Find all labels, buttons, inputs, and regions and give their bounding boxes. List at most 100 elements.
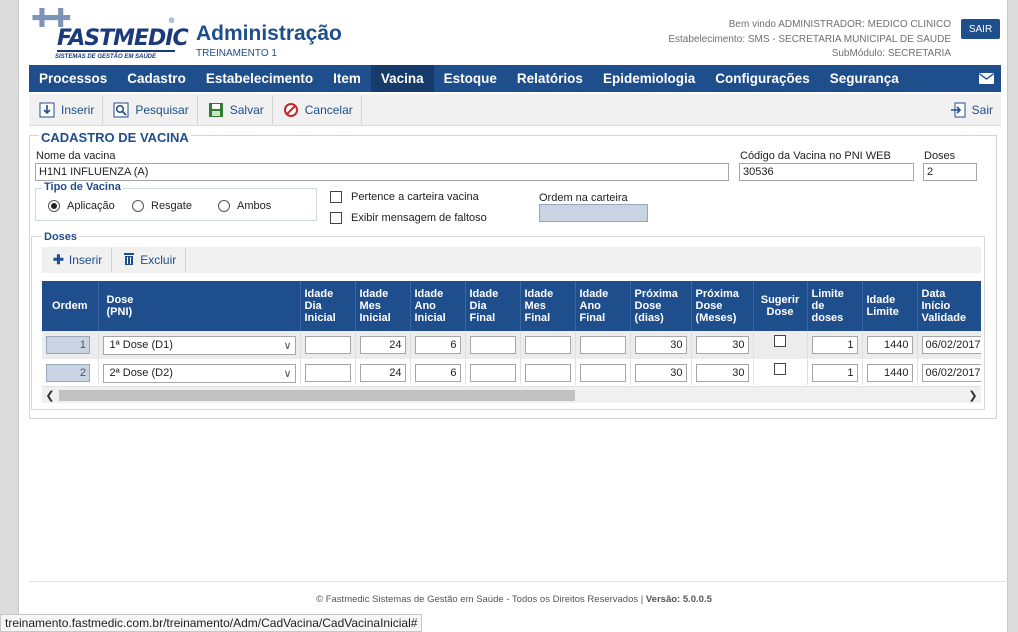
mes-inicial-input[interactable] [359,336,406,354]
ano-inicial-input[interactable] [414,336,461,354]
doses-header-row: Ordem Dose (PNI) Idade Dia Inicial Idade Mes… [42,281,981,331]
section-title: CADASTRO DE VACINA [39,130,191,145]
dose-select-value: 1ª Dose (D1) [109,339,173,351]
nav-item-estabelecimento[interactable]: Estabelecimento [196,65,323,92]
radio-resgate[interactable]: Resgate [132,200,192,212]
save-button[interactable]: Salvar [198,95,273,124]
ano-inicial-cell [410,331,466,359]
mes-final-cell [520,359,576,385]
data-inicio-input[interactable] [921,364,981,382]
nav-item-cadastro[interactable]: Cadastro [117,65,196,92]
sugerir-cell [753,331,808,359]
sugerir-checkbox[interactable] [774,363,786,375]
dose-select[interactable]: 2ª Dose (D2) ∨ [102,363,296,383]
nav-item-relatorios[interactable]: Relatórios [507,65,593,92]
table-row: 2ª Dose (D2) ∨ [42,359,981,385]
dose-delete-button[interactable]: Excluir [112,248,187,272]
mes-inicial-input[interactable] [359,364,406,382]
search-button[interactable]: Pesquisar [103,95,198,124]
col-data-inicio-validade: Data Início Validade [917,281,981,331]
browser-status-bar: treinamento.fastmedic.com.br/treinamento… [0,614,423,632]
footer-copyright: © Fastmedic Sistemas de Gestão em Saúde … [316,594,644,605]
col-proxima-dose-meses: Próxima Dose (Meses) [691,281,754,331]
dose-select[interactable]: 1ª Dose (D1) ∨ [102,335,296,355]
idade-limite-input[interactable] [866,336,913,354]
dose-insert-button[interactable]: ✚ Inserir [42,248,113,272]
radio-resgate-dot [132,200,144,212]
nav-item-item[interactable]: Item [323,65,371,92]
card-checkbox[interactable]: Pertence a carteira vacina [330,191,479,203]
doses-count-input[interactable] [923,163,977,181]
nav-item-processos[interactable]: Processos [29,65,117,92]
ano-inicial-cell [410,359,466,385]
data-inicio-cell [917,331,981,359]
horizontal-scrollbar[interactable]: ❮ ❯ [42,386,981,403]
radio-aplicacao[interactable]: Aplicação [48,200,115,212]
data-inicio-input[interactable] [921,336,981,354]
ano-final-cell [575,359,631,385]
scroll-right-icon[interactable]: ❯ [965,387,981,404]
cancel-button[interactable]: Cancelar [273,95,362,124]
mes-final-cell [520,331,576,359]
sugerir-checkbox[interactable] [774,335,786,347]
col-idade-mes-final: Idade Mes Final [520,281,576,331]
dose-cell: 2ª Dose (D2) ∨ [98,359,301,385]
insert-button[interactable]: Inserir [29,95,104,124]
chevron-down-icon: ∨ [283,367,292,380]
prox-dias-input[interactable] [634,364,687,382]
prox-meses-input[interactable] [695,364,749,382]
radio-aplicacao-dot [48,200,60,212]
nav-item-estoque[interactable]: Estoque [434,65,507,92]
nav-item-epidemiologia[interactable]: Epidemiologia [593,65,705,92]
col-ordem: Ordem [42,281,99,331]
limite-input[interactable] [811,336,858,354]
dia-inicial-input[interactable] [304,336,351,354]
col-sugerir-dose: Sugerir Dose [753,281,808,331]
vaccine-name-input[interactable] [35,163,729,181]
insert-icon [39,102,55,118]
doses-table: Ordem Dose (PNI) Idade Dia Inicial Idade Mes… [42,281,981,385]
dia-final-input[interactable] [469,336,516,354]
card-order-label: Ordem na carteira [539,192,628,204]
scrollbar-thumb[interactable] [59,390,575,401]
idade-limite-input[interactable] [866,364,913,382]
envelope-icon[interactable] [971,65,1001,92]
col-idade-ano-final: Idade Ano Final [575,281,631,331]
environment-label: TREINAMENTO 1 [196,48,277,59]
ordem-input [46,364,90,382]
card-checkbox-label: Pertence a carteira vacina [351,191,479,203]
dia-inicial-input[interactable] [304,364,351,382]
nav-item-seguranca[interactable]: Segurança [820,65,909,92]
prox-dias-input[interactable] [634,336,687,354]
scroll-left-icon[interactable]: ❮ [42,387,58,404]
dia-inicial-cell [300,331,356,359]
doses-title: Doses [42,231,80,243]
header: ✚✚ ® FASTMEDIC SISTEMAS DE GESTÃO EM SAÚ… [19,0,1009,64]
prox-meses-input[interactable] [695,336,749,354]
mes-final-input[interactable] [524,364,571,382]
exit-label: Sair [971,102,993,117]
nav-item-vacina[interactable]: Vacina [370,65,434,92]
nav-item-configuracoes[interactable]: Configurações [705,65,820,92]
page-title: Administração [196,22,342,45]
col-idade-mes-inicial: Idade Mes Inicial [355,281,411,331]
mes-final-input[interactable] [524,336,571,354]
footer-divider [29,581,1009,582]
missing-msg-checkbox[interactable]: Exibir mensagem de faltoso [330,212,487,224]
exit-button[interactable]: Sair [940,96,1001,124]
fastmedic-logo: ✚✚ ® FASTMEDIC SISTEMAS DE GESTÃO EM SAÚ… [29,4,189,60]
prox-dias-cell [630,359,692,385]
ano-final-input[interactable] [579,336,626,354]
vaccine-name-label: Nome da vacina [36,150,116,162]
card-order-input [539,204,648,222]
ano-final-input[interactable] [579,364,626,382]
radio-resgate-label: Resgate [151,200,192,212]
prox-meses-cell [691,331,754,359]
dia-final-input[interactable] [469,364,516,382]
radio-ambos[interactable]: Ambos [218,200,271,212]
logout-button[interactable]: SAIR [961,19,1000,39]
footer: © Fastmedic Sistemas de Gestão em Saúde … [19,594,1009,605]
limite-input[interactable] [811,364,858,382]
pni-code-input[interactable] [739,163,914,181]
ano-inicial-input[interactable] [414,364,461,382]
